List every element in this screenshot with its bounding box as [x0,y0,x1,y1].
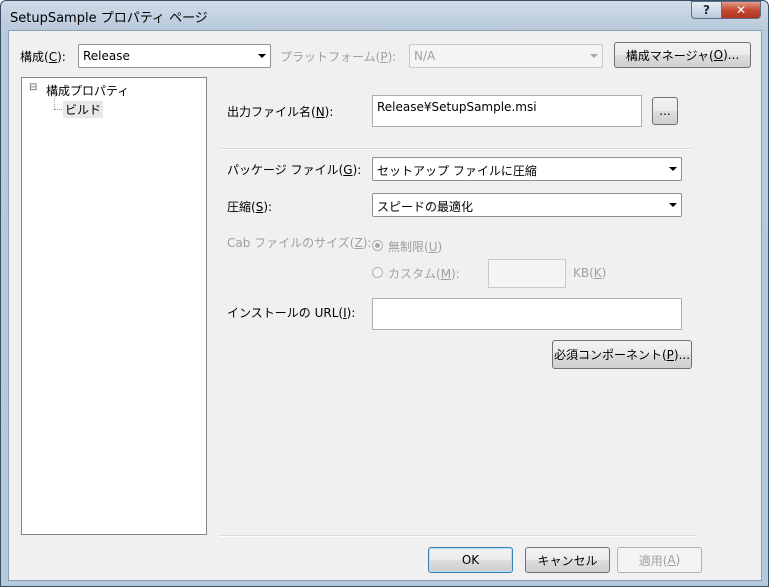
custom-radio[interactable] [372,267,383,278]
tree-connector-line [54,98,56,109]
compression-label: 圧縮(S): [227,200,273,214]
chevron-down-icon [590,54,598,58]
configuration-label: 構成(C): [20,50,66,64]
install-url-label: インストールの URL(I): [227,306,356,320]
unlimited-radio-label: 無制限(U) [388,240,443,254]
custom-size-input[interactable] [488,259,566,288]
prerequisites-button[interactable]: 必須コンポーネント(P)... [552,340,692,369]
install-url-input[interactable] [372,298,682,330]
tree-connector-line [54,109,62,111]
dialog-client-area: 構成(C): Release プラットフォーム(P): N/A 構成マネージャ(… [8,30,762,581]
chevron-down-icon [258,54,266,58]
compression-select-value: スピードの最適化 [377,200,474,214]
browse-button[interactable]: ... [652,97,678,125]
separator [219,148,693,150]
platform-label: プラットフォーム(P): [280,50,397,64]
title-bar[interactable]: SetupSample プロパティ ページ ? ✕ [1,1,768,29]
tree-item-configuration-properties[interactable]: 構成プロパティ [46,82,129,99]
close-button[interactable]: ✕ [721,1,761,19]
help-icon: ? [703,3,710,17]
output-file-input[interactable]: Release¥SetupSample.msi [372,95,642,127]
configuration-select-value: Release [83,49,130,63]
package-files-select[interactable]: セットアップ ファイルに圧縮 [372,157,682,181]
package-files-select-value: セットアップ ファイルに圧縮 [377,164,537,178]
platform-select-value: N/A [414,49,436,63]
compression-select[interactable]: スピードの最適化 [372,193,682,217]
custom-radio-label: カスタム(M): [388,267,460,281]
package-files-label: パッケージ ファイル(G): [227,163,362,177]
configuration-manager-button[interactable]: 構成マネージャ(O)... [614,42,751,68]
collapse-toggle-icon[interactable]: ⊟ [29,82,37,93]
close-icon: ✕ [735,3,747,17]
unlimited-radio[interactable] [372,240,383,251]
chevron-down-icon [669,203,677,207]
ok-button[interactable]: OK [428,547,513,573]
output-file-label: 出力ファイル名(N): [227,105,334,119]
configuration-select[interactable]: Release [78,44,271,68]
chevron-down-icon [669,167,677,171]
window-title: SetupSample プロパティ ページ [10,11,208,26]
kb-label: KB(K) [573,266,607,280]
property-tree[interactable]: ⊟ 構成プロパティ ビルド [21,77,207,535]
dialog-window: SetupSample プロパティ ページ ? ✕ 構成(C): Release… [0,0,769,587]
separator [219,535,697,537]
cancel-button[interactable]: キャンセル [525,547,610,573]
help-button[interactable]: ? [691,1,721,19]
apply-button[interactable]: 適用(A) [617,547,702,573]
platform-select[interactable]: N/A [409,44,603,68]
tree-item-build[interactable]: ビルド [63,101,104,118]
cab-size-label: Cab ファイルのサイズ(Z): [227,236,372,250]
